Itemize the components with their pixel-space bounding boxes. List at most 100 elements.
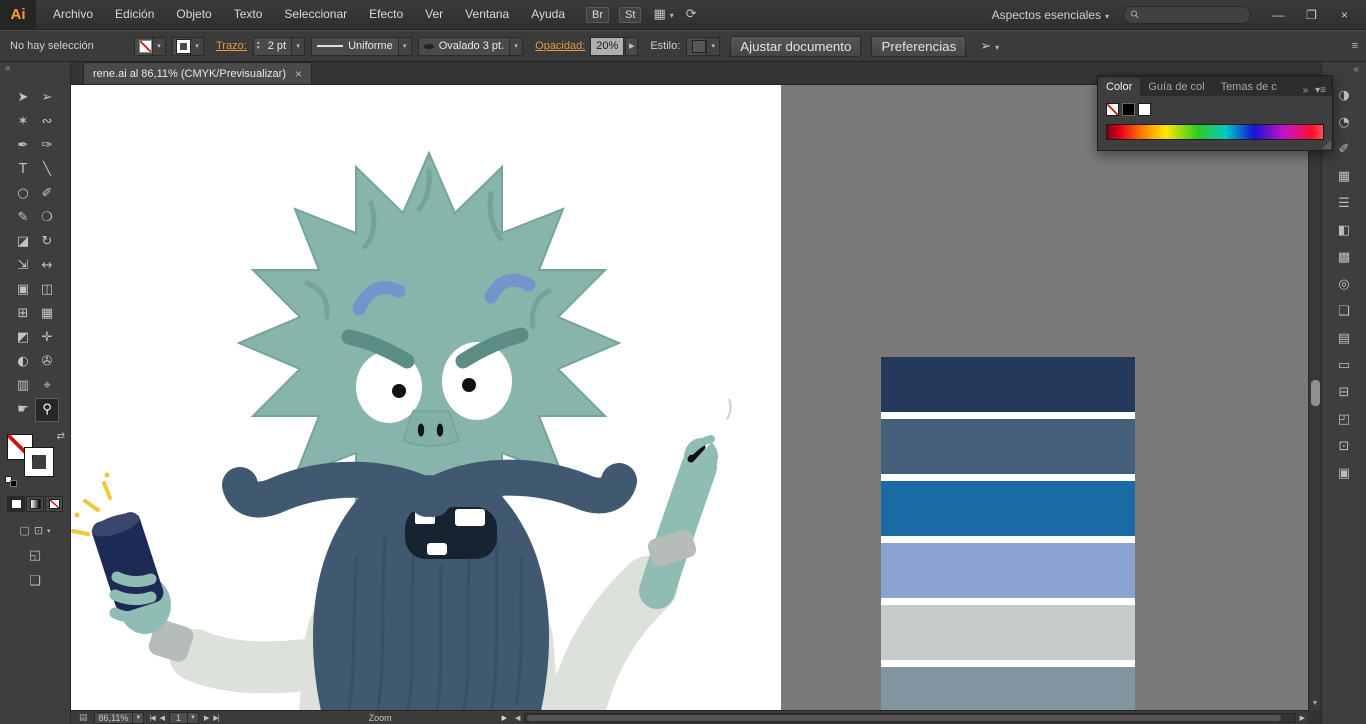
selection-tool[interactable]: ➤ [11,86,35,110]
eraser-tool[interactable]: ◪ [11,230,35,254]
stroke-panel-icon[interactable]: ☰ [1332,194,1356,214]
horizontal-scrollbar-track[interactable] [524,713,1295,723]
opacity-panel-link[interactable]: Opacidad: [535,40,585,52]
toolbar-collapse-arrows[interactable]: « [0,62,70,78]
swap-fill-stroke-icon[interactable]: ⇄ [57,431,65,442]
menu-edicion[interactable]: Edición [104,0,165,29]
stroke-panel-link[interactable]: Trazo: [216,40,247,52]
control-panel-menu-icon[interactable]: ≡ [1352,40,1358,52]
close-button[interactable]: × [1331,5,1358,25]
magic-wand-tool[interactable]: ✶ [11,110,35,134]
change-screen-mode-button[interactable]: ◱ [0,548,70,563]
brushes-panel-icon[interactable]: ✐ [1332,140,1356,160]
paintbrush-tool[interactable]: ✐ [35,182,59,206]
menu-objeto[interactable]: Objeto [165,0,222,29]
select-similar-button[interactable]: ➢ [980,39,999,54]
symbol-sprayer-tool[interactable]: ✇ [35,350,59,374]
stroke-swatch[interactable] [25,448,53,476]
zoom-level-dropdown[interactable]: 86,11% ▼ [94,712,145,724]
pasteboard[interactable] [71,85,1308,710]
document-tab[interactable]: rene.ai al 86,11% (CMYK/Previsualizar) × [83,62,312,84]
first-artboard-button[interactable]: |◀ [149,714,154,722]
services-icon[interactable]: ⟳ [686,7,697,22]
tab-overflow-icon[interactable]: » [1303,85,1309,96]
column-graph-tool[interactable]: ▥ [11,374,35,398]
horizontal-scrollbar[interactable]: ◀ ▶ [512,711,1308,724]
direct-selection-tool[interactable]: ➢ [35,86,59,110]
vertical-scrollbar-thumb[interactable] [1311,380,1320,406]
line-segment-tool[interactable]: ╲ [35,158,59,182]
artboard-canvas[interactable] [71,85,781,710]
menu-texto[interactable]: Texto [223,0,274,29]
search-box[interactable]: ⚲ [1123,6,1251,24]
panel-resize-grip[interactable] [1322,140,1331,149]
bridge-button[interactable]: Br [586,7,609,23]
draw-behind-button[interactable]: ⊡ [34,524,43,537]
perspective-grid-tool[interactable]: ⊞ [11,302,35,326]
drawing-modes-arrow[interactable]: ▾ [47,527,51,535]
transparency-panel-icon[interactable]: ▩ [1332,248,1356,268]
panel-tab-color[interactable]: Color [1098,78,1140,96]
close-icon[interactable]: × [295,67,302,81]
color-button[interactable] [7,496,25,512]
lasso-tool[interactable]: ∾ [35,110,59,134]
status-flyout-arrow[interactable]: ▶ [502,714,507,722]
status-menu-icon[interactable]: ▤ [79,713,88,723]
menu-ayuda[interactable]: Ayuda [520,0,576,29]
fill-color-dropdown[interactable] [134,37,166,56]
none-color-swatch[interactable] [1106,103,1119,116]
color-guide-panel-icon[interactable]: ◔ [1332,113,1356,133]
draw-normal-button[interactable]: ▢ [19,524,29,537]
artboards-panel-icon[interactable]: ▭ [1332,356,1356,376]
gradient-panel-icon[interactable]: ◧ [1332,221,1356,241]
gradient-button[interactable] [26,496,44,512]
preferences-button[interactable]: Preferencias [871,36,966,57]
mesh-tool[interactable]: ▦ [35,302,59,326]
gradient-tool[interactable]: ◩ [11,326,35,350]
artboard-tool[interactable]: ⌖ [35,374,59,398]
style-dropdown[interactable] [686,37,720,56]
color-panel-icon[interactable]: ◑ [1332,86,1356,106]
align-panel-icon[interactable]: ⊟ [1332,383,1356,403]
curvature-tool[interactable]: ✑ [35,134,59,158]
navigator-panel-icon[interactable]: ▣ [1332,464,1356,484]
presentation-mode-icon[interactable]: ❑ [0,574,70,589]
menu-archivo[interactable]: Archivo [42,0,104,29]
last-artboard-button[interactable]: ▶| [213,714,218,722]
graphic-styles-panel-icon[interactable]: ❑ [1332,302,1356,322]
type-tool[interactable]: T [11,158,35,182]
default-fill-stroke-icon[interactable] [5,476,17,487]
width-profile-dropdown[interactable]: Uniforme [311,37,412,56]
pen-tool[interactable]: ✒ [11,134,35,158]
opacity-input[interactable]: 20% [590,37,624,56]
stroke-weight-dropdown[interactable]: ▲▼ 2 pt [253,37,305,56]
artboard-number-dropdown[interactable]: 1 ▼ [169,712,199,724]
menu-efecto[interactable]: Efecto [358,0,414,29]
panel-menu-icon[interactable]: ▾≡ [1315,85,1326,96]
hand-tool[interactable]: ☛ [11,398,35,422]
scroll-down-icon[interactable]: ▼ [1309,697,1321,710]
pathfinder-panel-icon[interactable]: ◰ [1332,410,1356,430]
color-spectrum-bar[interactable] [1106,124,1324,140]
arrange-documents-icon[interactable]: ▦ [653,7,673,22]
next-artboard-button[interactable]: ▶ [204,714,208,722]
search-input[interactable] [1144,9,1240,21]
free-transform-tool[interactable]: ▣ [11,278,35,302]
blend-tool[interactable]: ◐ [11,350,35,374]
scroll-left-icon[interactable]: ◀ [512,714,523,722]
stroke-color-dropdown[interactable] [172,37,204,56]
rotate-tool[interactable]: ↻ [35,230,59,254]
fit-document-button[interactable]: Ajustar documento [730,36,861,57]
panel-tab-temas-de-color[interactable]: Temas de c [1213,78,1285,96]
layers-panel-icon[interactable]: ▤ [1332,329,1356,349]
scale-tool[interactable]: ⇲ [11,254,35,278]
width-tool[interactable]: ↔ [35,254,59,278]
minimize-button[interactable]: — [1265,5,1292,25]
appearance-panel-icon[interactable]: ◎ [1332,275,1356,295]
vertical-scrollbar[interactable]: ▲ ▼ [1308,85,1321,710]
eyedropper-tool[interactable]: ✛ [35,326,59,350]
stock-button[interactable]: St [619,7,641,23]
previous-artboard-button[interactable]: ◀ [160,714,164,722]
restore-button[interactable]: ❐ [1298,5,1325,25]
menu-ver[interactable]: Ver [414,0,454,29]
